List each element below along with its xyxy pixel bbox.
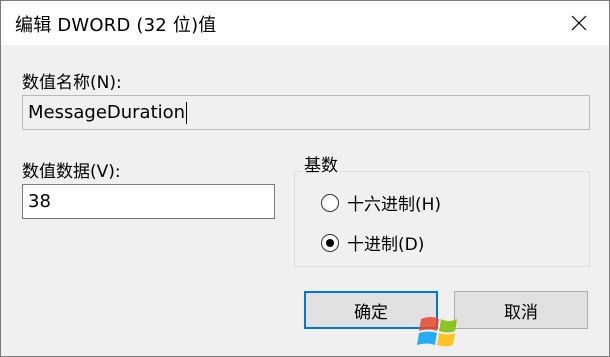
- value-name-label: 数值名称(N):: [22, 73, 122, 93]
- radio-hexadecimal-label: 十六进制(H): [347, 195, 442, 215]
- edit-dword-dialog: 编辑 DWORD (32 位)值 数值名称(N): MessageDuratio…: [0, 0, 610, 357]
- close-button[interactable]: [549, 1, 609, 45]
- radio-decimal-circle[interactable]: [321, 233, 339, 252]
- title-bar: 编辑 DWORD (32 位)值: [1, 1, 609, 45]
- value-name-text: MessageDuration: [28, 102, 186, 123]
- value-data-text: 38: [28, 191, 51, 212]
- windows-flag-icon: [417, 317, 457, 347]
- dialog-title: 编辑 DWORD (32 位)值: [15, 15, 217, 36]
- radio-decimal[interactable]: 十进制(D): [321, 230, 424, 255]
- win7-watermark-logo: [417, 317, 457, 347]
- value-data-field[interactable]: 38: [22, 184, 275, 219]
- value-name-field[interactable]: MessageDuration: [22, 95, 590, 130]
- value-data-label: 数值数据(V):: [22, 162, 121, 182]
- radio-selected-dot: [326, 238, 334, 247]
- text-caret: [186, 101, 188, 124]
- close-icon: [571, 15, 587, 31]
- radio-hexadecimal-circle[interactable]: [321, 193, 339, 212]
- radio-hexadecimal[interactable]: 十六进制(H): [321, 190, 441, 215]
- base-legend: 基数: [302, 151, 340, 176]
- radio-decimal-label: 十进制(D): [347, 235, 425, 255]
